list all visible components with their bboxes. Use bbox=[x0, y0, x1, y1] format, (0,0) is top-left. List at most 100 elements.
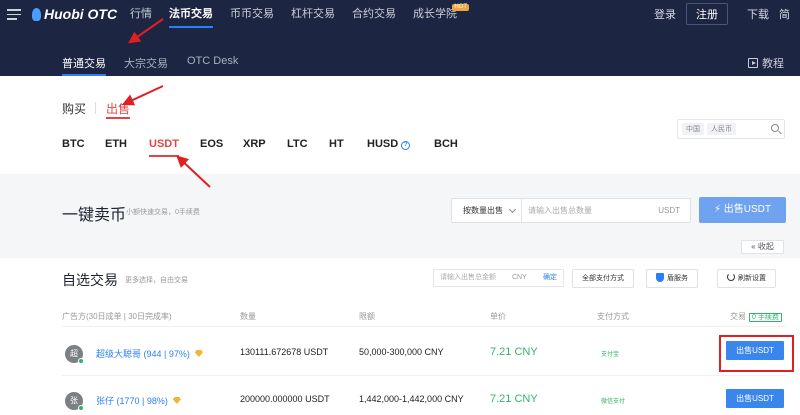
huobi-flame-icon bbox=[32, 7, 41, 21]
search-icon[interactable] bbox=[771, 124, 779, 132]
tutorial-link[interactable]: 教程 bbox=[748, 55, 784, 71]
col-header-limit: 限额 bbox=[359, 312, 375, 321]
zero-fee-badge: 0 手续费 bbox=[749, 313, 782, 322]
row-qty: 200000.000000 USDT bbox=[240, 394, 330, 404]
collapse-label: 收起 bbox=[757, 242, 774, 251]
sell-quantity-input[interactable]: 请输入出售总数量 bbox=[528, 199, 592, 222]
sell-amount-input[interactable]: 请输入出售总金额 CNY 确定 bbox=[433, 269, 564, 287]
coin-tab-husd-label: HUSD bbox=[367, 138, 399, 150]
chevron-down-icon bbox=[508, 205, 517, 214]
table-row: 超 超级大聪哥 (944 | 97%) 130111.672678 USDT 5… bbox=[0, 330, 800, 378]
divider bbox=[62, 326, 786, 327]
logo[interactable]: Huobi OTC bbox=[32, 6, 117, 22]
double-chevron-up-icon: « bbox=[751, 242, 756, 251]
sell-usdt-button[interactable]: 出售USDT bbox=[726, 389, 784, 408]
coin-tab-eth[interactable]: ETH bbox=[105, 138, 127, 150]
info-icon[interactable]: ? bbox=[401, 141, 411, 150]
merchant-name: 超级大聪哥 (944 | 97%) bbox=[96, 349, 190, 359]
top-navbar: Huobi OTC 行情 法币交易 币币交易 杠杆交易 合约交易 成长学院 HO… bbox=[0, 0, 800, 28]
divider bbox=[95, 102, 96, 114]
quick-sell-button-label: 出售USDT bbox=[723, 204, 772, 215]
row-payment: 微信支付 bbox=[601, 399, 626, 405]
coin-tab-eos[interactable]: EOS bbox=[200, 138, 223, 150]
col-header-action-label: 交易 bbox=[730, 312, 746, 321]
row-payment: 支付宝 bbox=[601, 352, 620, 358]
sell-mode-select[interactable]: 按数量出售 bbox=[452, 199, 522, 222]
coin-tab-xrp[interactable]: XRP bbox=[243, 138, 266, 150]
tab-normal-trading[interactable]: 普通交易 bbox=[62, 55, 106, 76]
tab-otc-desk[interactable]: OTC Desk bbox=[187, 55, 238, 67]
shield-service-toggle[interactable]: 盾服务 bbox=[646, 269, 698, 288]
nav-link-academy-label: 成长学院 bbox=[413, 8, 457, 20]
shield-service-label: 盾服务 bbox=[667, 275, 688, 282]
sub-navbar: 普通交易 大宗交易 OTC Desk 教程 bbox=[0, 28, 800, 76]
region-chip: 中国 bbox=[682, 123, 704, 135]
hamburger-menu-icon[interactable] bbox=[7, 9, 21, 20]
sell-amount-confirm[interactable]: 确定 bbox=[543, 270, 557, 286]
sell-amount-placeholder: 请输入出售总金额 bbox=[440, 274, 496, 281]
coin-tab-ht[interactable]: HT bbox=[329, 138, 344, 150]
tab-block-trading[interactable]: 大宗交易 bbox=[124, 55, 168, 71]
login-link[interactable]: 登录 bbox=[654, 6, 676, 22]
download-link[interactable]: 下载 bbox=[747, 6, 769, 22]
sell-amount-unit: CNY bbox=[512, 274, 527, 281]
tab-sell[interactable]: 出售 bbox=[106, 100, 131, 119]
collapse-button[interactable]: « 收起 bbox=[741, 240, 784, 254]
nav-link-margin-trading[interactable]: 杠杆交易 bbox=[291, 0, 335, 28]
nav-link-fiat-trading[interactable]: 法币交易 bbox=[169, 0, 213, 28]
list-title: 自选交易 bbox=[62, 272, 118, 288]
avatar[interactable]: 张 bbox=[65, 392, 84, 411]
refresh-label: 刷新设置 bbox=[738, 275, 766, 282]
coin-tab-ltc[interactable]: LTC bbox=[287, 138, 308, 150]
register-button[interactable]: 注册 bbox=[686, 3, 728, 25]
row-price: 7.21 CNY bbox=[490, 393, 538, 405]
trade-selector-panel: 购买 出售 BTC ETH USDT EOS XRP LTC HT HUSD? … bbox=[0, 76, 800, 174]
tab-buy[interactable]: 购买 bbox=[62, 100, 86, 117]
col-header-payment: 支付方式 bbox=[597, 312, 629, 321]
coin-tab-bch[interactable]: BCH bbox=[434, 138, 458, 150]
payment-method-filter[interactable]: 全部支付方式 bbox=[572, 269, 634, 288]
online-status-dot bbox=[78, 405, 84, 411]
col-header-price: 单价 bbox=[490, 312, 506, 321]
col-header-action: 交易 0 手续费 bbox=[730, 311, 782, 322]
online-status-dot bbox=[78, 358, 84, 364]
nav-link-market[interactable]: 行情 bbox=[130, 0, 152, 28]
quick-sell-form: 按数量出售 请输入出售总数量 USDT bbox=[451, 198, 691, 223]
region-currency-selector[interactable]: 中国 人民币 bbox=[677, 119, 785, 139]
lightning-icon: ⚡ bbox=[713, 204, 721, 215]
refresh-icon bbox=[727, 273, 735, 281]
merchant-link[interactable]: 张仔 (1770 | 98%) bbox=[96, 394, 181, 407]
nav-link-contract-trading[interactable]: 合约交易 bbox=[352, 0, 396, 28]
table-row: 张 张仔 (1770 | 98%) 200000.000000 USDT 1,4… bbox=[0, 376, 800, 415]
col-header-qty: 数量 bbox=[240, 312, 256, 321]
quick-sell-button[interactable]: ⚡ 出售USDT bbox=[699, 197, 786, 223]
merchant-name: 张仔 (1770 | 98%) bbox=[96, 396, 168, 406]
quick-sell-title: 一键卖币 bbox=[62, 207, 127, 224]
diamond-icon bbox=[194, 350, 203, 357]
col-header-merchant: 广告方(30日成单 | 30日完成率) bbox=[62, 312, 172, 321]
nav-link-academy[interactable]: 成长学院 HOT bbox=[413, 0, 469, 28]
coin-tab-usdt[interactable]: USDT bbox=[149, 138, 179, 157]
annotation-highlight-box bbox=[719, 335, 794, 372]
diamond-icon bbox=[172, 397, 181, 404]
row-limit: 1,442,000-1,442,000 CNY bbox=[359, 394, 464, 404]
quick-sell-panel: 一键卖币 小额快速交易，0手续费 按数量出售 请输入出售总数量 USDT ⚡ 出… bbox=[0, 181, 800, 239]
merchant-link[interactable]: 超级大聪哥 (944 | 97%) bbox=[96, 347, 203, 360]
row-price: 7.21 CNY bbox=[490, 346, 538, 358]
refresh-settings-button[interactable]: 刷新设置 bbox=[717, 269, 776, 288]
language-link[interactable]: 简 bbox=[779, 6, 790, 22]
avatar-initial: 张 bbox=[70, 396, 78, 405]
currency-chip: 人民币 bbox=[707, 123, 736, 135]
nav-link-spot-trading[interactable]: 币币交易 bbox=[230, 0, 274, 28]
avatar-initial: 超 bbox=[70, 349, 78, 358]
coin-tab-btc[interactable]: BTC bbox=[62, 138, 85, 150]
tutorial-label: 教程 bbox=[762, 58, 784, 70]
list-subtitle: 更多选择，自由交易 bbox=[125, 277, 188, 284]
shield-icon bbox=[656, 273, 664, 282]
avatar[interactable]: 超 bbox=[65, 345, 84, 364]
sell-mode-label: 按数量出售 bbox=[463, 206, 503, 215]
play-icon bbox=[748, 58, 758, 68]
row-qty: 130111.672678 USDT bbox=[240, 347, 329, 357]
sell-quantity-unit: USDT bbox=[658, 206, 680, 215]
coin-tab-husd[interactable]: HUSD? bbox=[367, 138, 411, 150]
